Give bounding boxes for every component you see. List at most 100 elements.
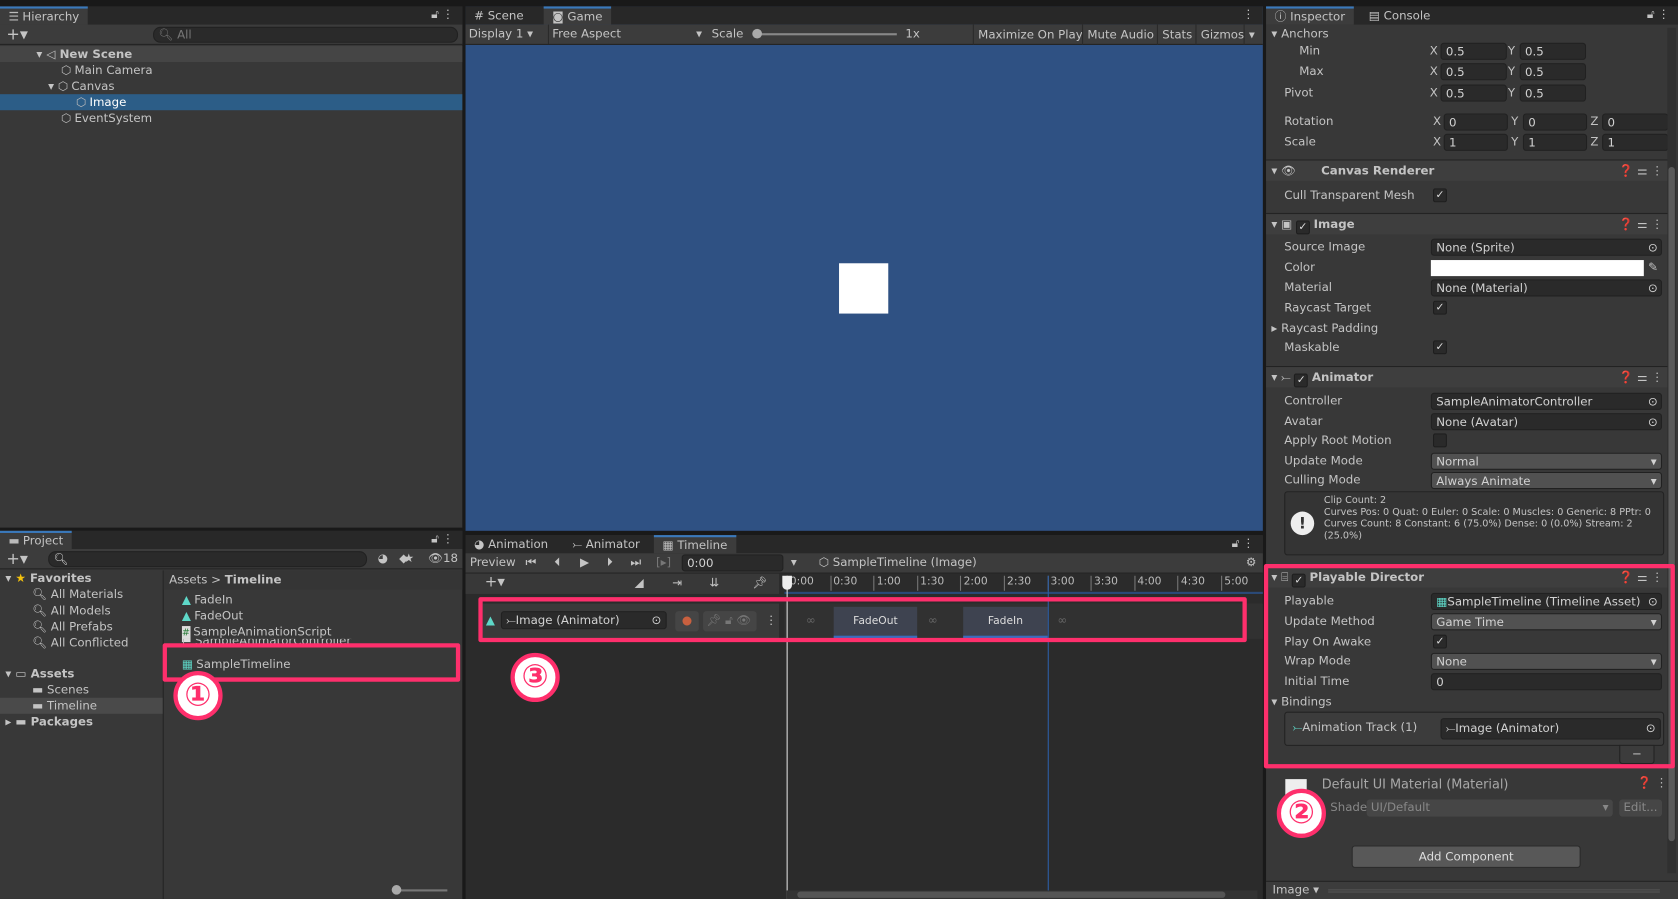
anchor-min-x[interactable]: 0.5 <box>1440 42 1507 60</box>
update-mode-dropdown[interactable]: Normal ▾ <box>1430 452 1663 470</box>
mute-audio-button[interactable]: Mute Audio <box>1081 24 1158 45</box>
raycast-target-checkbox[interactable]: ✓ <box>1432 300 1447 315</box>
pivot-y[interactable]: 0.5 <box>1519 84 1587 102</box>
canvas-renderer-header[interactable]: ▾ 👁︎ Canvas Renderer ❓ ⚌ ⋮ <box>1266 159 1672 181</box>
lock-icon[interactable]: 🔓︎ <box>431 7 439 22</box>
scale-slider[interactable] <box>752 28 897 39</box>
time-format-dropdown[interactable]: ▾ <box>791 553 797 572</box>
range-button[interactable]: [▸] <box>656 553 671 572</box>
add-icon[interactable]: +▾ <box>6 549 28 568</box>
tab-timeline[interactable]: ▦ Timeline <box>653 535 736 554</box>
fav-item[interactable]: 🔍︎ All Models <box>0 603 163 619</box>
eyedropper-icon[interactable]: ✎ <box>1648 260 1658 274</box>
time-field[interactable]: 0:00 <box>681 554 784 572</box>
anchor-max-x[interactable]: 0.5 <box>1440 63 1507 81</box>
last-frame-button[interactable]: ⏭ <box>630 553 641 572</box>
fav-item[interactable]: 🔍︎ All Prefabs <box>0 619 163 635</box>
snap-button[interactable]: ⇥ <box>672 576 682 590</box>
component-menu-icons[interactable]: ❓ ⚌ ⋮ <box>1619 214 1663 234</box>
zoom-slider[interactable] <box>391 885 448 895</box>
hidden-packages-toggle[interactable]: 👁︎18 <box>428 551 458 565</box>
next-frame-button[interactable]: ⏵ <box>607 553 613 572</box>
controller-field[interactable]: SampleAnimatorController ⊙ <box>1430 392 1663 410</box>
horizontal-scrollbar[interactable] <box>786 890 1258 899</box>
project-search[interactable]: 🔍︎ <box>48 551 368 568</box>
time-ruler[interactable]: 0:00 0:30 1:00 1:30 2:00 2:30 3:00 3:30 4:00 4:30… <box>784 573 1263 594</box>
color-field[interactable] <box>1430 260 1644 277</box>
animator-header[interactable]: ▾ ⤚ ✓ Animator ❓ ⚌ ⋮ <box>1266 366 1672 388</box>
gizmos-dropdown[interactable]: ▾ <box>1243 24 1260 45</box>
image-header[interactable]: ▾ ▣ ✓ Image ❓ ⚌ ⋮ <box>1266 212 1672 235</box>
image-enabled-checkbox[interactable]: ✓ <box>1295 220 1310 235</box>
maskable-checkbox[interactable]: ✓ <box>1432 340 1447 355</box>
scale-y[interactable]: 1 <box>1522 133 1588 151</box>
file-item[interactable]: # SampleAnimationScript <box>181 624 462 643</box>
add-component-button[interactable]: Add Component <box>1351 845 1581 868</box>
shader-dropdown[interactable]: UI/Default ▾ <box>1366 799 1613 817</box>
avatar-field[interactable]: None (Avatar) ⊙ <box>1430 413 1663 431</box>
file-item[interactable]: ▲ FadeIn <box>182 592 462 608</box>
material-menu-icons[interactable]: ❓ ⋮ <box>1637 776 1667 790</box>
animator-enabled-checkbox[interactable]: ✓ <box>1294 373 1309 388</box>
play-button[interactable]: ▶ <box>580 553 589 572</box>
anchors-foldout[interactable]: ▾ Anchors <box>1271 26 1328 43</box>
hierarchy-item[interactable]: ⬡ Main Camera <box>0 62 462 78</box>
anchor-max-y[interactable]: 0.5 <box>1519 63 1587 81</box>
first-frame-button[interactable]: ⏮ <box>525 553 536 572</box>
anchor-min-y[interactable]: 0.5 <box>1519 42 1587 60</box>
tab-animation[interactable]: ◕ Animation <box>466 535 557 553</box>
more-icon[interactable]: ⋮ <box>442 532 454 546</box>
scale-x[interactable]: 1 <box>1443 133 1508 151</box>
ripple-button[interactable]: ◢ <box>635 576 644 590</box>
tab-hierarchy[interactable]: ☰ Hierarchy <box>0 6 88 25</box>
source-image-field[interactable]: None (Sprite) ⊙ <box>1430 238 1663 256</box>
breadcrumb-assets[interactable]: Assets <box>169 573 207 587</box>
gizmos-button[interactable]: Gizmos <box>1195 24 1248 45</box>
timeline-asset-breadcrumb[interactable]: ⬡ SampleTimeline (Image) <box>819 553 977 572</box>
playhead-handle[interactable] <box>782 575 792 590</box>
hierarchy-item[interactable]: ▾ ⬡ Canvas <box>0 78 462 94</box>
settings-gear-icon[interactable]: ⚙ <box>1246 553 1257 572</box>
rotation-z[interactable]: 0 <box>1602 113 1669 131</box>
tab-game[interactable]: ◙ Game <box>543 6 612 25</box>
packages-row[interactable]: ▸ ▬ Packages <box>0 714 163 730</box>
folder-scenes[interactable]: ▬ Scenes <box>0 682 163 698</box>
maximize-on-play-button[interactable]: Maximize On Play <box>972 24 1087 45</box>
more-icon[interactable]: ⋮ <box>442 7 454 21</box>
root-motion-checkbox[interactable] <box>1432 433 1447 448</box>
favorite-star-icon[interactable]: ★ <box>403 551 414 565</box>
rotation-x[interactable]: 0 <box>1443 113 1508 131</box>
add-track-button[interactable]: +▾ <box>485 574 505 591</box>
material-field[interactable]: None (Material) ⊙ <box>1430 279 1663 297</box>
hierarchy-item[interactable]: ⬡ EventSystem <box>0 110 462 126</box>
fav-item[interactable]: 🔍︎ All Conflicted <box>0 635 163 651</box>
tab-scene[interactable]: # Scene <box>466 6 533 24</box>
cull-checkbox[interactable]: ✓ <box>1432 188 1447 203</box>
component-menu-icons[interactable]: ❓ ⚌ ⋮ <box>1619 367 1663 387</box>
rotation-y[interactable]: 0 <box>1522 113 1588 131</box>
hierarchy-item-selected[interactable]: ⬡ Image <box>0 94 463 111</box>
tab-animator[interactable]: ⤚ Animator <box>564 535 648 553</box>
folder-timeline[interactable]: ▬ Timeline <box>0 697 163 714</box>
shader-edit-button[interactable]: Edit... <box>1619 799 1663 817</box>
aspect-dropdown[interactable]: Free Aspect ▾ <box>547 24 705 44</box>
prev-frame-button[interactable]: ⏴ <box>554 553 560 572</box>
lock-icon[interactable]: 🔓︎ <box>1232 536 1240 551</box>
display-dropdown[interactable]: Display 1 ▾ <box>469 25 533 44</box>
preview-dropdown[interactable]: Image ▾ <box>1272 883 1319 897</box>
favorites-row[interactable]: ▾ ★ Favorites <box>0 570 163 586</box>
component-menu-icons[interactable]: ❓ ⚌ ⋮ <box>1619 161 1663 181</box>
pivot-x[interactable]: 0.5 <box>1440 84 1507 102</box>
edge-snap-button[interactable]: ⇊ <box>710 576 720 590</box>
more-icon[interactable]: ⋮ <box>1243 7 1255 21</box>
breadcrumb-timeline[interactable]: Timeline <box>225 573 282 587</box>
stats-button[interactable]: Stats <box>1156 24 1197 45</box>
hierarchy-search[interactable]: 🔍︎ All <box>153 26 459 43</box>
pin-button[interactable]: 📌︎ <box>752 576 767 590</box>
raycast-padding-foldout[interactable]: ▸ Raycast Padding <box>1271 320 1378 337</box>
culling-mode-dropdown[interactable]: Always Animate ▾ <box>1430 471 1663 490</box>
assets-row[interactable]: ▾ ▭ Assets <box>0 666 163 682</box>
fav-item[interactable]: 🔍︎ All Materials <box>0 586 163 602</box>
file-item[interactable]: ▲ FadeOut <box>182 608 462 624</box>
add-icon[interactable]: +▾ <box>6 25 28 44</box>
